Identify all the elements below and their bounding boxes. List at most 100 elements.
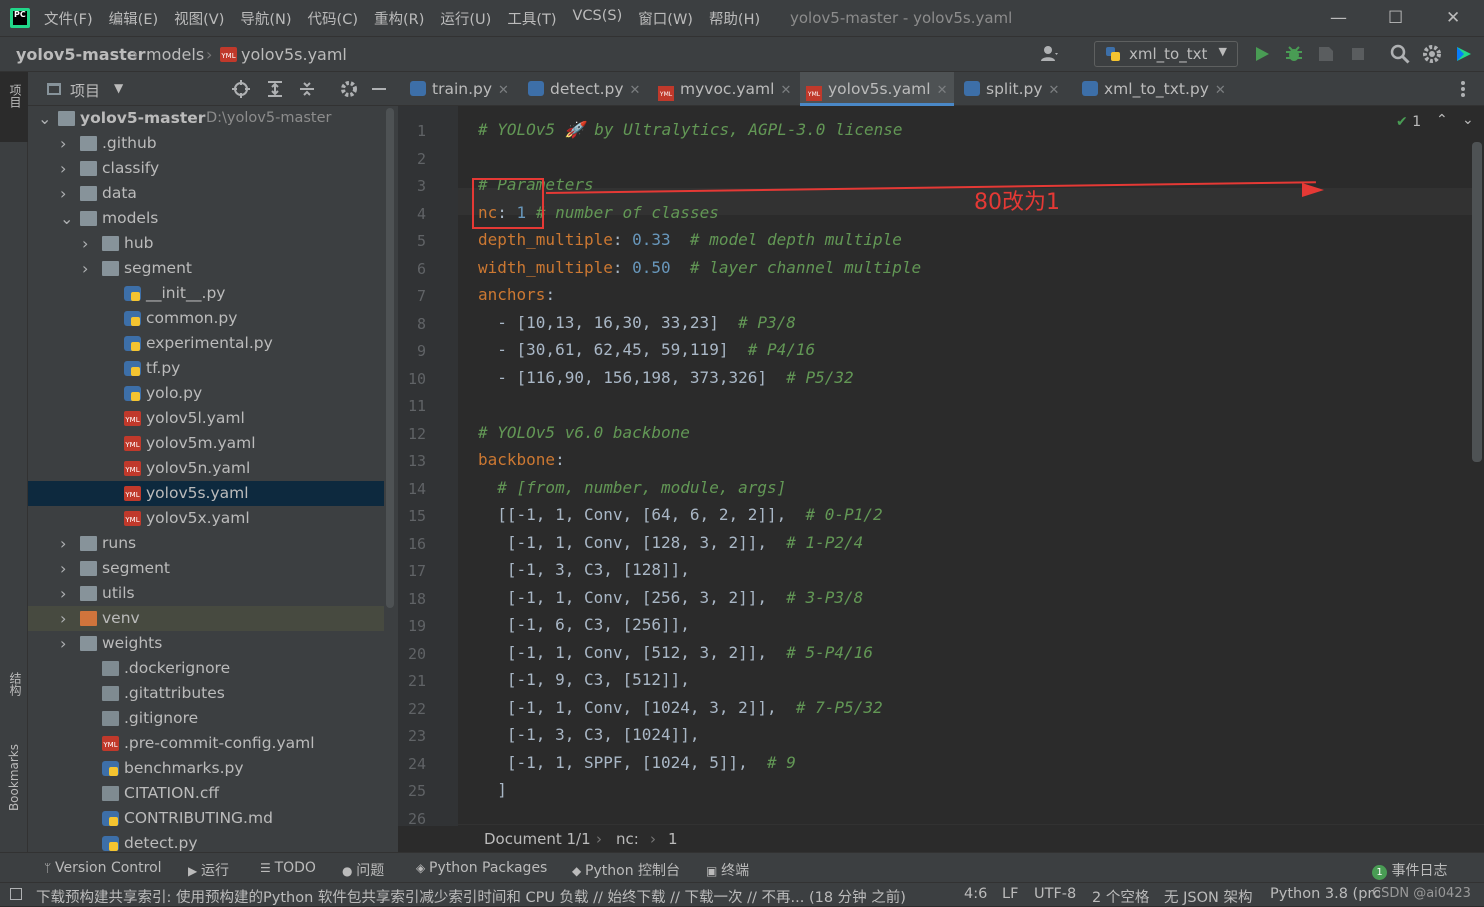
stop-icon[interactable] [1348, 44, 1368, 64]
code-line[interactable]: [-1, 3, C3, [128]], [478, 560, 690, 579]
chevron-right-icon[interactable]: › [60, 556, 66, 581]
code-line[interactable]: backbone: [478, 450, 565, 469]
minimize-button[interactable]: — [1330, 8, 1347, 28]
breadcrumb-document[interactable]: Document 1/1 [484, 830, 591, 848]
code-line[interactable]: [-1, 9, C3, [512]], [478, 670, 690, 689]
tree-item[interactable]: › weights [28, 631, 384, 656]
search-icon[interactable] [1390, 44, 1410, 64]
code-line[interactable]: [-1, 3, C3, [1024]], [478, 725, 700, 744]
tree-item[interactable]: .gitignore [28, 706, 384, 731]
close-tab-icon[interactable]: ✕ [1049, 83, 1060, 98]
tree-item[interactable]: tf.py [28, 356, 384, 381]
file-encoding[interactable]: UTF-8 [1034, 886, 1076, 902]
code-line[interactable]: - [30,61, 62,45, 59,119] # P4/16 [478, 340, 815, 359]
menu-item-1[interactable]: 编辑(E) [109, 8, 158, 29]
collapse-all-icon[interactable] [298, 80, 316, 98]
python-interpreter[interactable]: Python 3.8 (program) [1270, 886, 1380, 902]
tab-xml_to_txt-py[interactable]: xml_to_txt.py ✕ [1076, 72, 1226, 106]
chevron-down-icon[interactable]: ⌄ [60, 206, 73, 231]
tree-item[interactable]: › segment [28, 556, 384, 581]
hide-panel-icon[interactable] [372, 88, 386, 90]
more-tabs-icon[interactable] [1460, 80, 1466, 98]
code-line[interactable]: [[-1, 1, Conv, [64, 6, 2, 2]], # 0-P1/2 [478, 505, 882, 524]
chevron-right-icon[interactable]: › [82, 256, 88, 281]
tree-item[interactable]: experimental.py [28, 331, 384, 356]
close-tab-icon[interactable]: ✕ [630, 83, 641, 98]
structure-tool-tab[interactable]: 结构 [7, 672, 24, 696]
tab-yolov5s-yaml[interactable]: YML yolov5s.yaml ✕ [800, 72, 954, 106]
chevron-right-icon[interactable]: › [60, 531, 66, 556]
tree-item[interactable]: benchmarks.py [28, 756, 384, 781]
indent-setting[interactable]: 2 个空格 [1092, 886, 1149, 907]
tree-item[interactable]: CITATION.cff [28, 781, 384, 806]
tree-item[interactable]: common.py [28, 306, 384, 331]
code-line[interactable]: [-1, 1, Conv, [256, 3, 2]], # 3-P3/8 [478, 588, 863, 607]
tool-window-6[interactable]: ▣ 终端 [706, 860, 749, 880]
breadcrumb-key[interactable]: nc: [616, 830, 639, 848]
locate-icon[interactable] [232, 80, 250, 98]
tree-item[interactable]: YML yolov5x.yaml [28, 506, 384, 531]
expand-all-icon[interactable] [266, 80, 284, 98]
tree-item[interactable]: › venv [28, 606, 384, 631]
code-line[interactable]: # [from, number, module, args] [478, 478, 786, 497]
jetbrains-icon[interactable] [1454, 44, 1474, 64]
tree-item[interactable]: .dockerignore [28, 656, 384, 681]
tree-item[interactable]: yolo.py [28, 381, 384, 406]
menu-item-2[interactable]: 视图(V) [174, 8, 224, 29]
menu-item-9[interactable]: 窗口(W) [638, 8, 693, 29]
code-line[interactable]: # YOLOv5 v6.0 backbone [478, 423, 690, 442]
close-tab-icon[interactable]: ✕ [780, 83, 791, 98]
code-line[interactable]: [-1, 1, Conv, [128, 3, 2]], # 1-P2/4 [478, 533, 863, 552]
tool-window-1[interactable]: ▶ 运行 [188, 860, 229, 880]
menu-item-0[interactable]: 文件(F) [44, 8, 93, 29]
menu-item-8[interactable]: VCS(S) [573, 8, 623, 29]
menu-item-6[interactable]: 运行(U) [440, 8, 491, 29]
tree-item[interactable]: › data [28, 181, 384, 206]
chevron-right-icon[interactable]: › [82, 231, 88, 256]
breadcrumb-folder[interactable]: models [146, 45, 204, 64]
code-line[interactable]: anchors: [478, 285, 555, 304]
code-line[interactable]: ] [478, 780, 507, 799]
code-line[interactable]: [-1, 6, C3, [256]], [478, 615, 690, 634]
menu-item-7[interactable]: 工具(T) [507, 8, 556, 29]
tree-item[interactable]: YML yolov5n.yaml [28, 456, 384, 481]
code-line[interactable]: [-1, 1, Conv, [512, 3, 2]], # 5-P4/16 [478, 643, 873, 662]
chevron-right-icon[interactable]: › [60, 581, 66, 606]
line-separator[interactable]: LF [1002, 886, 1018, 902]
gear-icon[interactable] [1422, 44, 1442, 64]
tool-window-2[interactable]: ☰ TODO [260, 860, 316, 876]
code-line[interactable]: depth_multiple: 0.33 # model depth multi… [478, 230, 902, 249]
tree-item[interactable]: ⌄ yolov5-master D:\yolov5-master [28, 106, 384, 131]
tree-item[interactable]: › classify [28, 156, 384, 181]
project-panel-title[interactable]: 项目 [70, 80, 100, 101]
run-config-select[interactable]: xml_to_txt ▼ [1094, 41, 1238, 67]
chevron-right-icon[interactable]: › [60, 631, 66, 656]
chevron-right-icon[interactable]: › [60, 606, 66, 631]
chevron-up-icon[interactable]: ⌃ [1436, 112, 1448, 128]
code-line[interactable]: width_multiple: 0.50 # layer channel mul… [478, 258, 921, 277]
close-tab-icon[interactable]: ✕ [1215, 83, 1226, 98]
menu-item-4[interactable]: 代码(C) [308, 8, 358, 29]
breadcrumb-file[interactable]: yolov5s.yaml [241, 45, 347, 64]
chevron-right-icon[interactable]: › [60, 131, 66, 156]
event-log-button[interactable]: 1 事件日志 [1372, 860, 1447, 880]
tree-item[interactable]: YML yolov5s.yaml [28, 481, 384, 506]
tab-detect-py[interactable]: detect.py ✕ [522, 72, 650, 106]
tree-item[interactable]: › hub [28, 231, 384, 256]
tree-item[interactable]: › segment [28, 256, 384, 281]
tree-item[interactable]: CONTRIBUTING.md [28, 806, 384, 831]
inspection-widget[interactable]: ✔ 1 [1396, 114, 1421, 130]
code-line[interactable]: - [116,90, 156,198, 373,326] # P5/32 [478, 368, 853, 387]
bookmarks-tool-tab[interactable]: Bookmarks [7, 744, 21, 811]
tool-window-5[interactable]: ◆ Python 控制台 [572, 860, 680, 880]
editor-scrollbar[interactable] [1472, 142, 1482, 462]
tab-split-py[interactable]: split.py ✕ [958, 72, 1072, 106]
tool-window-3[interactable]: ● 问题 [342, 860, 384, 880]
tree-item[interactable]: YML .pre-commit-config.yaml [28, 731, 384, 756]
tree-item[interactable]: __init__.py [28, 281, 384, 306]
tree-item[interactable]: › .github [28, 131, 384, 156]
menu-item-10[interactable]: 帮助(H) [709, 8, 760, 29]
code-line[interactable]: # YOLOv5 🚀 by Ultralytics, AGPL-3.0 lice… [478, 120, 903, 139]
project-tool-tab[interactable]: 项目 [7, 84, 24, 108]
code-line[interactable]: [-1, 1, SPPF, [1024, 5]], # 9 [478, 753, 796, 772]
